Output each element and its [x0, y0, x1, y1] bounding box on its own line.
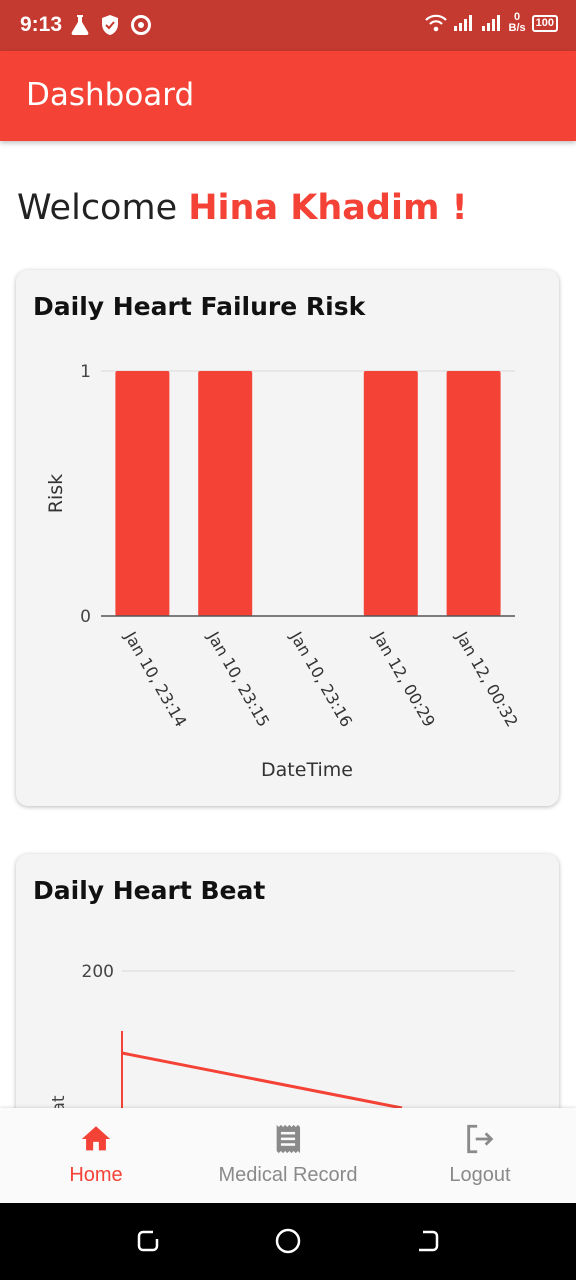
notification-icons — [70, 14, 152, 36]
signal-icon — [453, 15, 472, 31]
risk-xtick-label: Jan 12, 00:32 — [452, 628, 522, 731]
vpn-icon — [131, 15, 151, 35]
nav-label-medical-record: Medical Record — [218, 1164, 358, 1186]
signal-icon-2 — [481, 15, 500, 31]
user-name: Hina Khadim ! — [188, 188, 468, 228]
risk-xtick-label: Jan 10, 23:14 — [120, 628, 190, 731]
nav-label-logout: Logout — [449, 1164, 511, 1186]
beat-ytick-label: 200 — [82, 962, 114, 982]
risk-bar — [198, 371, 253, 616]
welcome-prefix: Welcome — [17, 188, 178, 228]
status-bar: 9:13 0 B/s 100 — [0, 0, 576, 51]
risk-bar-chart: 0 1 Jan 10, 23:14 Jan 10, 23:15 Jan 10, 23:1… — [45, 362, 522, 781]
risk-bar — [363, 371, 418, 616]
home-icon — [81, 1126, 111, 1151]
back-icon[interactable] — [413, 1226, 443, 1256]
page-title: Dashboard — [26, 77, 195, 113]
home-button-icon[interactable] — [273, 1226, 303, 1256]
shield-icon — [102, 15, 118, 35]
net-speed: 0 B/s — [509, 12, 526, 34]
wifi-icon — [424, 14, 447, 32]
risk-yaxis-label: Risk — [45, 474, 67, 513]
risk-ytick-label: 1 — [80, 362, 91, 382]
beat-series-line — [121, 1051, 403, 1110]
nav-item-medical-record[interactable]: Medical Record — [192, 1108, 384, 1203]
risk-bar — [446, 371, 501, 616]
recents-icon[interactable] — [133, 1226, 163, 1256]
nav-item-logout[interactable]: Logout — [384, 1108, 576, 1203]
receipt-icon — [276, 1124, 301, 1154]
status-time: 9:13 — [20, 13, 63, 36]
net-speed-unit: B/s — [508, 22, 526, 34]
app-bar: Dashboard — [0, 51, 576, 141]
risk-xaxis-label: DateTime — [261, 759, 353, 781]
welcome-heading: Welcome Hina Khadim ! — [17, 188, 468, 228]
nav-label-home: Home — [69, 1164, 123, 1186]
flask-icon — [71, 15, 89, 35]
logout-icon — [467, 1124, 494, 1154]
risk-bar — [115, 371, 170, 616]
battery-icon: 100 — [531, 14, 558, 32]
risk-xtick-label: Jan 10, 23:15 — [203, 628, 273, 731]
bottom-nav: Home Medical Record Logout — [0, 1108, 576, 1203]
system-icons: 0 B/s 100 — [424, 12, 558, 34]
risk-chart-card: Daily Heart Failure Risk 0 1 Jan 10, 23:14… — [16, 270, 559, 806]
system-nav-bar — [0, 1203, 576, 1280]
nav-item-home[interactable]: Home — [0, 1108, 192, 1203]
battery-level: 100 — [535, 16, 554, 29]
risk-ytick-label: 0 — [80, 607, 91, 627]
risk-xtick-label: Jan 10, 23:16 — [286, 628, 356, 731]
risk-xtick-label: Jan 12, 00:29 — [369, 628, 439, 731]
